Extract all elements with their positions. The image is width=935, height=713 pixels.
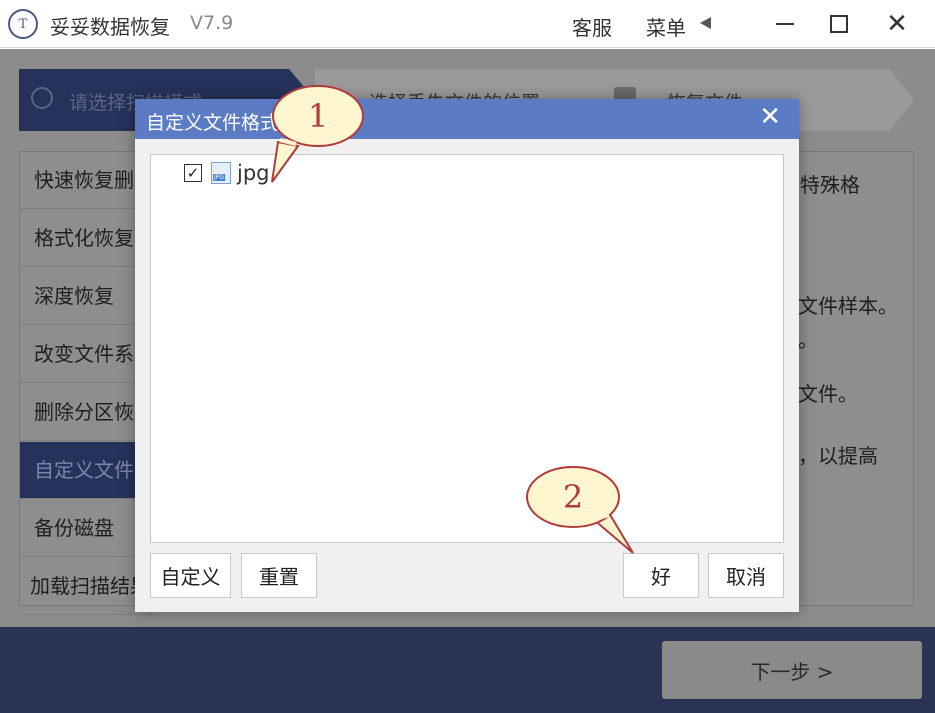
search-icon	[31, 87, 53, 109]
app-version: V7.9	[190, 12, 234, 34]
checkmark-icon: ✓	[186, 163, 200, 182]
app-logo-icon: T	[8, 9, 38, 39]
reset-button[interactable]: 重置	[241, 553, 317, 598]
next-step-button[interactable]: 下一步 >	[662, 641, 922, 699]
support-button[interactable]: 客服	[572, 12, 612, 41]
maximize-icon	[830, 15, 848, 33]
description-text: 。	[798, 328, 818, 352]
maximize-button[interactable]	[822, 8, 856, 40]
file-type-list[interactable]: ✓ JPG jpg	[150, 154, 784, 543]
jpg-checkbox[interactable]: ✓	[184, 164, 202, 182]
app-title: 妥妥数据恢复	[50, 15, 170, 39]
close-window-button[interactable]: ✕	[880, 8, 914, 40]
description-text: 文件样本。	[798, 294, 898, 318]
title-bar: T 妥妥数据恢复 V7.9 客服 菜单 ✕	[0, 0, 935, 48]
callout-2: 2	[526, 466, 634, 554]
menu-arrow-icon[interactable]	[700, 17, 711, 29]
close-icon: ✕	[886, 9, 908, 39]
minimize-icon	[776, 23, 794, 25]
callout-2-number: 2	[563, 478, 583, 516]
close-icon: ✕	[759, 102, 781, 132]
minimize-button[interactable]	[768, 8, 802, 40]
description-text: 特殊格	[800, 173, 860, 197]
callout-1: 1	[271, 85, 364, 183]
dialog-title: 自定义文件格式	[146, 112, 280, 134]
callout-1-number: 1	[308, 97, 328, 135]
dialog-close-button[interactable]: ✕	[759, 104, 781, 130]
footer-bar: 下一步 >	[0, 627, 935, 713]
jpg-file-icon: JPG	[211, 162, 231, 184]
list-item[interactable]: ✓ JPG jpg	[184, 161, 270, 185]
description-text: ，以提高	[798, 444, 878, 468]
dialog-header: 自定义文件格式 ✕	[135, 99, 799, 139]
cancel-button[interactable]: 取消	[708, 553, 784, 598]
menu-button[interactable]: 菜单	[646, 12, 686, 41]
description-text: 文件。	[798, 382, 858, 406]
custom-format-dialog: 自定义文件格式 ✕ ✓ JPG jpg 自定义 重置 好 取消	[135, 99, 799, 612]
ok-button[interactable]: 好	[623, 553, 699, 598]
custom-button[interactable]: 自定义	[150, 553, 231, 598]
